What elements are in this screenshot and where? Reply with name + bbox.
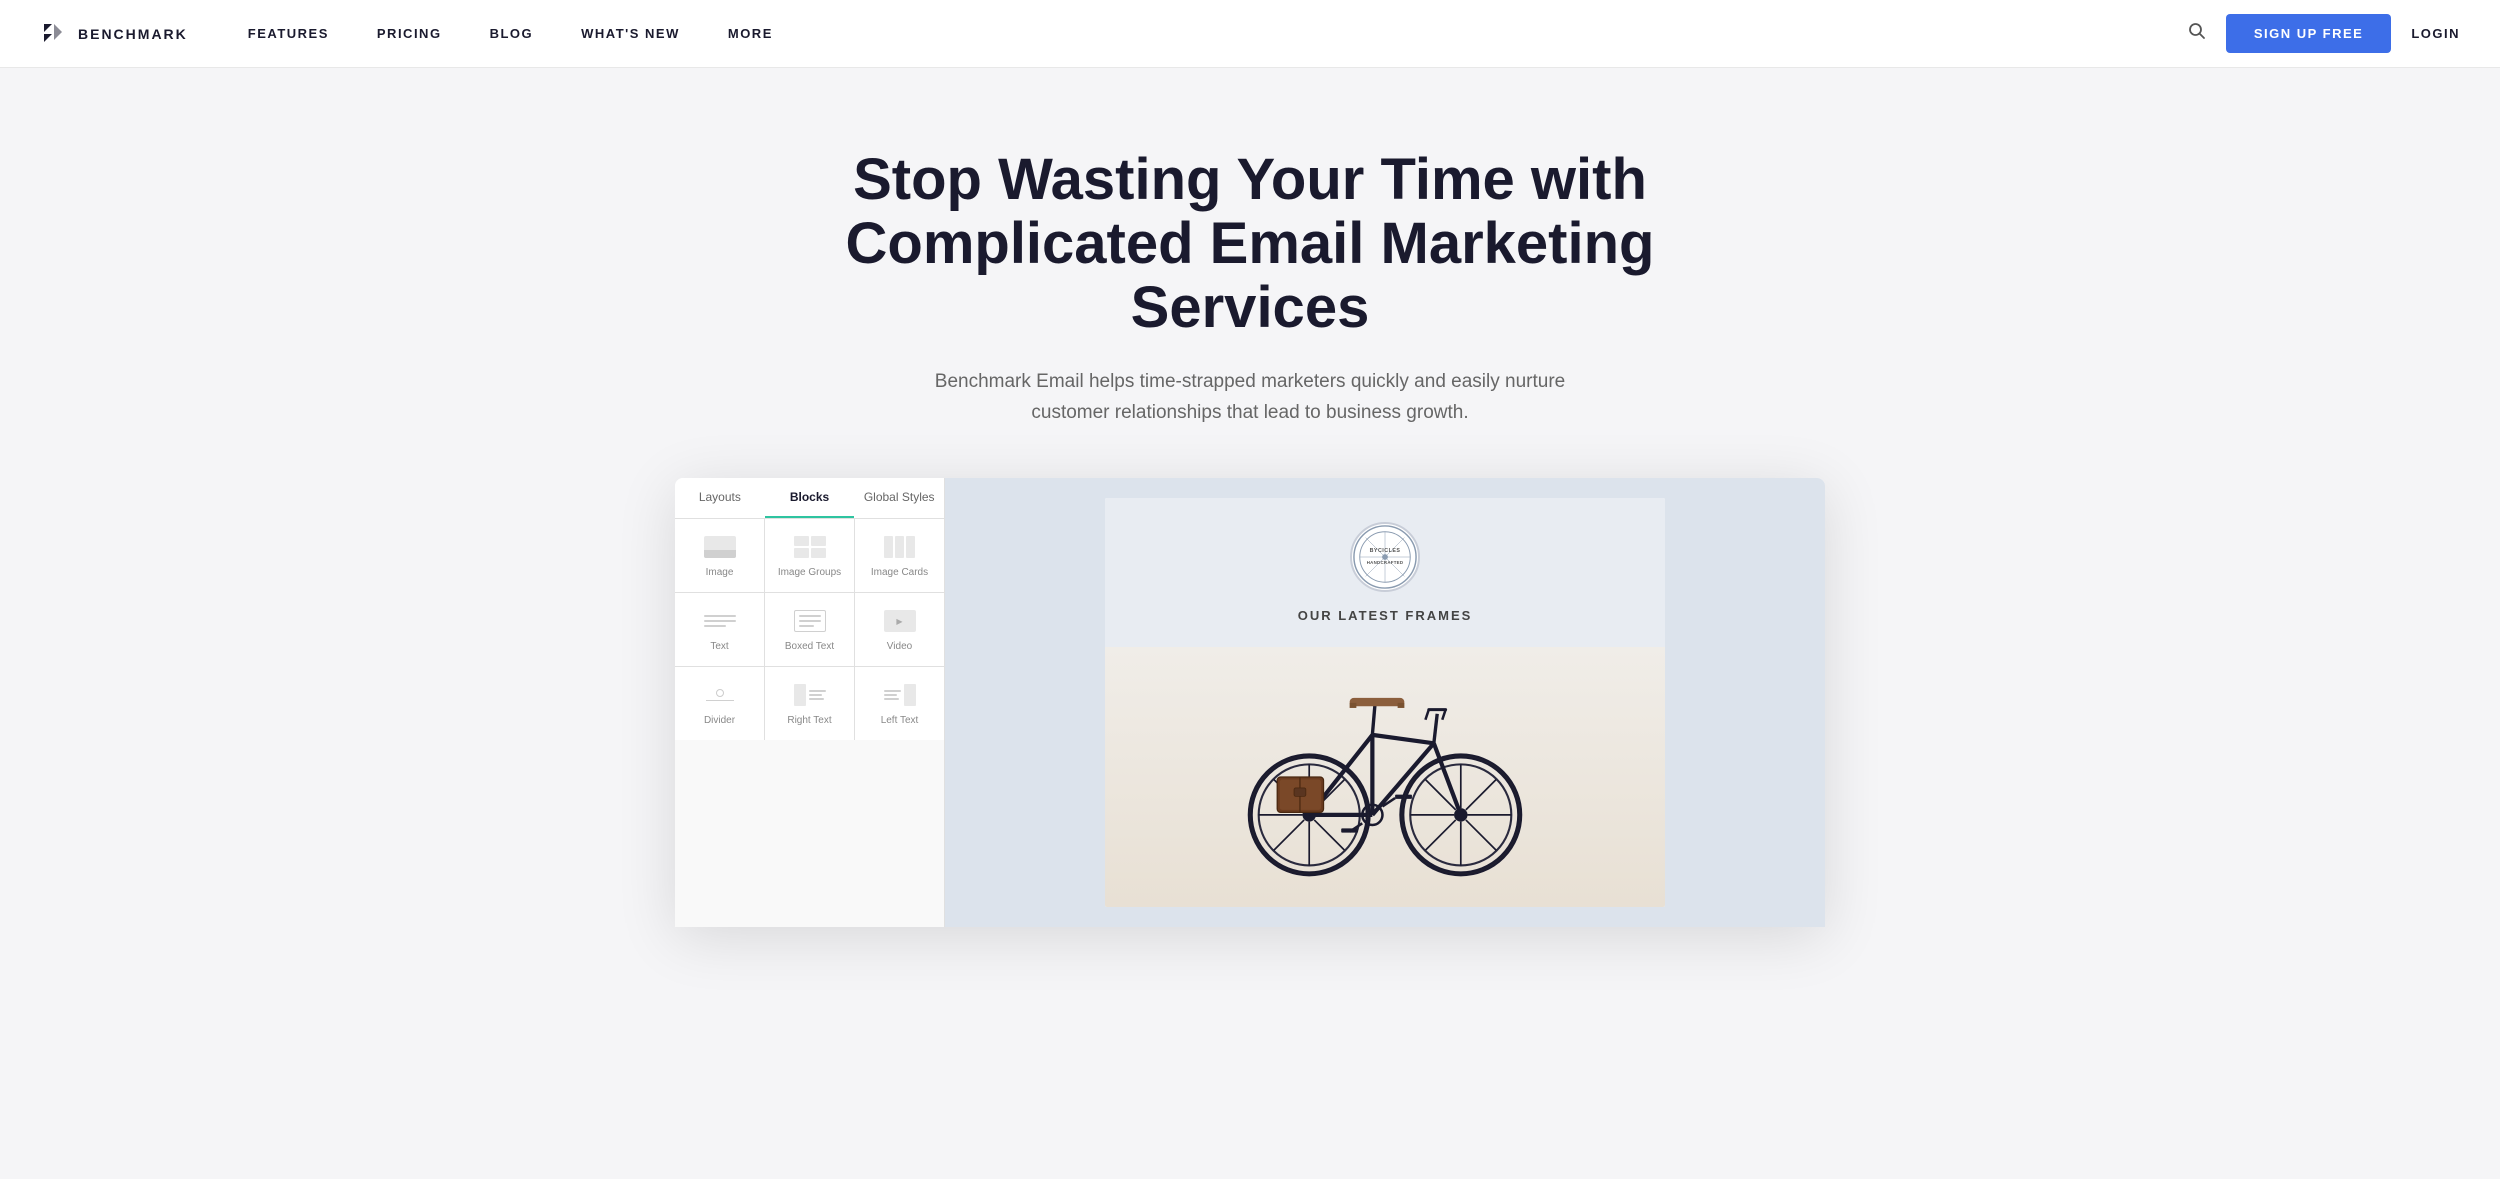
picker-item-video[interactable]: Video <box>855 593 944 666</box>
email-card: BYCICLES HANDCRAFTED OUR LATEST FRAMES <box>1105 498 1665 907</box>
login-link[interactable]: LOGIN <box>2411 26 2460 41</box>
logo[interactable]: BENCHMARK <box>40 20 188 48</box>
signup-button[interactable]: SIGN UP FREE <box>2226 14 2392 53</box>
nav-links: FEATURES PRICING BLOG WHAT'S NEW MORE <box>248 26 2188 41</box>
nav-pricing[interactable]: PRICING <box>377 26 442 41</box>
svg-text:HANDCRAFTED: HANDCRAFTED <box>1367 560 1404 565</box>
picker-tabs: Layouts Blocks Global Styles <box>675 478 944 519</box>
picker-item-image-groups-label: Image Groups <box>778 567 841 578</box>
image-cards-block-icon <box>882 533 918 561</box>
nav-features[interactable]: FEATURES <box>248 26 329 41</box>
nav-more[interactable]: MORE <box>728 26 773 41</box>
tab-global-styles[interactable]: Global Styles <box>854 478 944 518</box>
picker-item-right-text[interactable]: Right Text <box>765 667 854 740</box>
app-screenshot: Layouts Blocks Global Styles Image <box>675 478 1825 927</box>
email-header: BYCICLES HANDCRAFTED OUR LATEST FRAMES <box>1105 498 1665 647</box>
hero-heading: Stop Wasting Your Time with Complicated … <box>800 148 1700 339</box>
email-bike-image <box>1105 647 1665 907</box>
nav-right: SIGN UP FREE LOGIN <box>2188 14 2460 53</box>
picker-item-left-text[interactable]: Left Text <box>855 667 944 740</box>
text-block-icon <box>702 607 738 635</box>
nav-whats-new[interactable]: WHAT'S NEW <box>581 26 680 41</box>
email-title: OUR LATEST FRAMES <box>1298 608 1473 623</box>
picker-item-image-label: Image <box>706 567 734 578</box>
picker-item-boxed-text[interactable]: Boxed Text <box>765 593 854 666</box>
picker-item-right-text-label: Right Text <box>787 715 831 726</box>
picker-item-image[interactable]: Image <box>675 519 764 592</box>
brand-logo: BYCICLES HANDCRAFTED <box>1350 522 1420 592</box>
divider-block-icon <box>702 681 738 709</box>
picker-item-video-label: Video <box>887 641 912 652</box>
picker-item-image-cards-label: Image Cards <box>871 567 928 578</box>
picker-item-divider-label: Divider <box>704 715 735 726</box>
bicycle-illustration <box>1225 667 1545 887</box>
picker-item-divider[interactable]: Divider <box>675 667 764 740</box>
image-groups-block-icon <box>792 533 828 561</box>
tab-layouts[interactable]: Layouts <box>675 478 765 518</box>
picker-item-boxed-text-label: Boxed Text <box>785 641 834 652</box>
picker-item-text-label: Text <box>710 641 728 652</box>
svg-text:BYCICLES: BYCICLES <box>1370 548 1401 554</box>
block-picker-panel: Layouts Blocks Global Styles Image <box>675 478 945 927</box>
picker-grid: Image Image Groups <box>675 519 944 740</box>
email-preview-panel: BYCICLES HANDCRAFTED OUR LATEST FRAMES <box>945 478 1825 927</box>
nav-blog[interactable]: BLOG <box>490 26 534 41</box>
logo-text: BENCHMARK <box>78 26 188 42</box>
logo-icon <box>40 20 68 48</box>
picker-item-left-text-label: Left Text <box>881 715 919 726</box>
navbar: BENCHMARK FEATURES PRICING BLOG WHAT'S N… <box>0 0 2500 68</box>
hero-section: Stop Wasting Your Time with Complicated … <box>0 68 2500 927</box>
picker-item-image-cards[interactable]: Image Cards <box>855 519 944 592</box>
hero-subtext: Benchmark Email helps time-strapped mark… <box>900 367 1600 428</box>
boxed-text-block-icon <box>792 607 828 635</box>
right-text-block-icon <box>792 681 828 709</box>
left-text-block-icon <box>882 681 918 709</box>
picker-item-image-groups[interactable]: Image Groups <box>765 519 854 592</box>
image-block-icon <box>702 533 738 561</box>
picker-item-text[interactable]: Text <box>675 593 764 666</box>
tab-blocks[interactable]: Blocks <box>765 478 855 518</box>
search-icon[interactable] <box>2188 22 2206 45</box>
video-block-icon <box>882 607 918 635</box>
